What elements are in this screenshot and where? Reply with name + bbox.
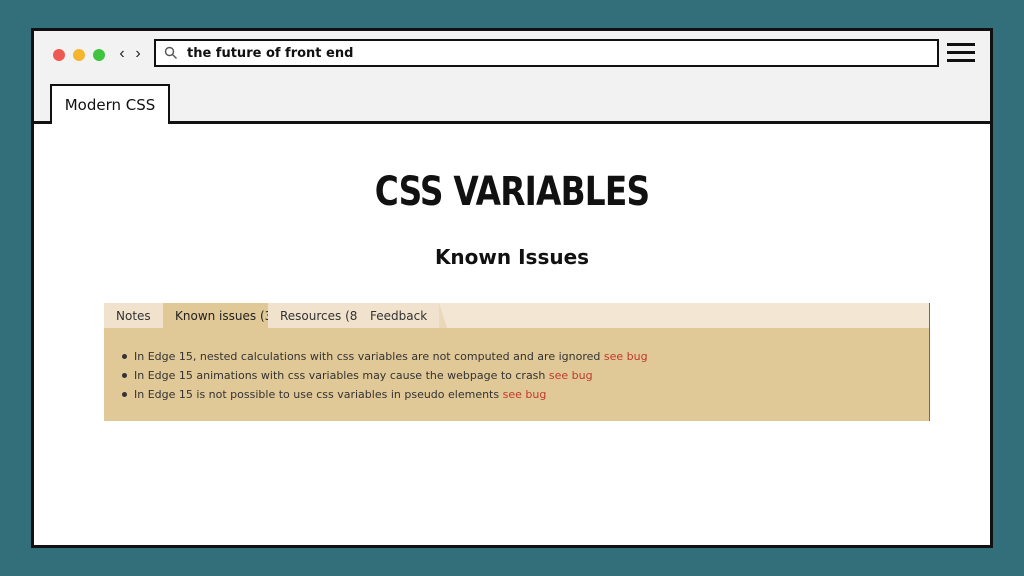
caniuse-panel: Notes Known issues (3) Resources (8) Fee… xyxy=(104,303,930,421)
search-icon xyxy=(164,46,177,59)
tab-notes[interactable]: Notes xyxy=(104,303,171,328)
close-window-button[interactable] xyxy=(53,49,65,61)
browser-chrome: ‹ › Modern CSS xyxy=(34,31,990,124)
page-title: CSS VARIABLES xyxy=(374,169,650,215)
tab-feedback[interactable]: Feedback xyxy=(358,303,448,328)
back-button[interactable]: ‹ xyxy=(116,43,128,65)
page-subtitle: Known Issues xyxy=(434,245,590,269)
list-item: In Edge 15 animations with css variables… xyxy=(120,366,929,385)
see-bug-link[interactable]: see bug xyxy=(503,388,547,401)
nav-arrows: ‹ › xyxy=(116,43,144,65)
see-bug-link[interactable]: see bug xyxy=(549,369,593,382)
browser-window: ‹ › Modern CSS CSS VARIABLES Known Issue… xyxy=(31,28,993,548)
address-input[interactable] xyxy=(187,45,887,61)
page-content: CSS VARIABLES Known Issues Notes Known i… xyxy=(34,127,990,545)
see-bug-link[interactable]: see bug xyxy=(604,350,648,363)
issues-list: In Edge 15, nested calculations with css… xyxy=(120,347,929,404)
minimize-window-button[interactable] xyxy=(73,49,85,61)
maximize-window-button[interactable] xyxy=(93,49,105,61)
panel-tabbar: Notes Known issues (3) Resources (8) Fee… xyxy=(104,303,929,328)
window-controls xyxy=(53,49,105,61)
address-bar[interactable] xyxy=(154,39,939,67)
list-item: In Edge 15 is not possible to use css va… xyxy=(120,385,929,404)
list-item: In Edge 15, nested calculations with css… xyxy=(120,347,929,366)
menu-icon[interactable] xyxy=(947,43,975,63)
tab-modern-css[interactable]: Modern CSS xyxy=(50,84,170,124)
forward-button[interactable]: › xyxy=(132,43,144,65)
known-issues-content: In Edge 15, nested calculations with css… xyxy=(104,328,929,421)
